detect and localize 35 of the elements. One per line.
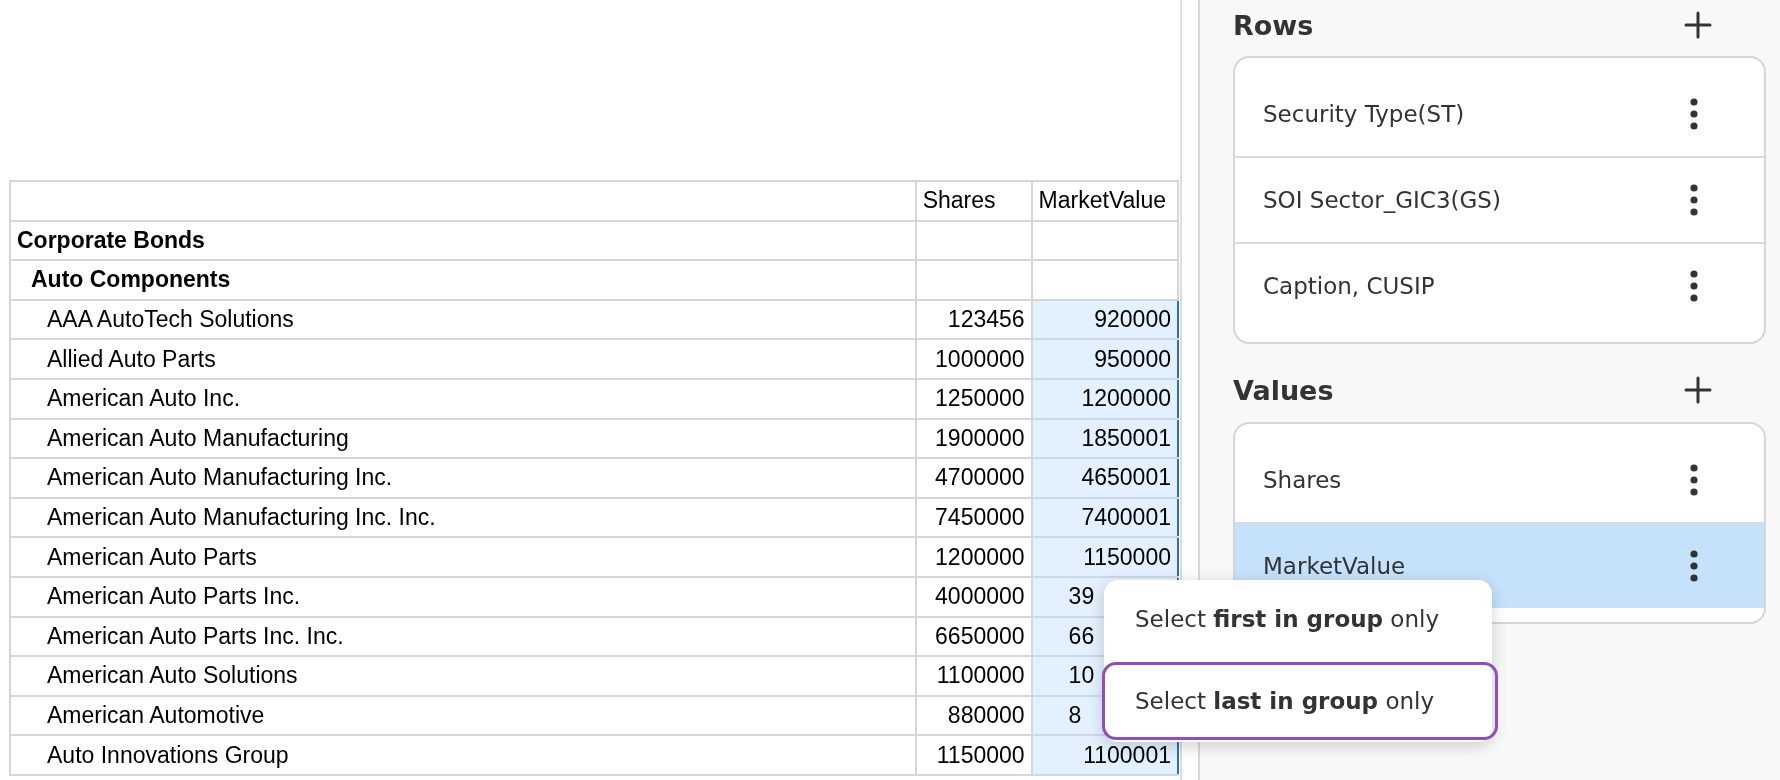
row-label: American Auto Inc.	[10, 378, 916, 419]
table-cell: 4000000	[915, 576, 1032, 617]
table-cell: 6650000	[915, 616, 1032, 657]
table-cell: 7450000	[915, 497, 1032, 538]
row-label: American Auto Parts Inc. Inc.	[10, 616, 916, 657]
row-label: American Automotive	[10, 695, 916, 736]
row-label: American Auto Manufacturing Inc.	[10, 458, 916, 498]
row-label: American Auto Manufacturing	[10, 418, 916, 459]
row-label: American Auto Solutions	[10, 656, 916, 696]
row-label: Allied Auto Parts	[10, 339, 916, 379]
row-label: American Auto Parts Inc.	[10, 576, 916, 617]
table-cell: 1100000	[915, 656, 1032, 696]
group-label: Corporate Bonds	[10, 220, 916, 261]
table-cell: 920000	[1031, 299, 1178, 340]
row-label: American Auto Manufacturing Inc. Inc.	[10, 497, 916, 538]
table-cell: 7400001	[1031, 497, 1178, 538]
row-label: Auto Innovations Group	[10, 735, 916, 775]
table-cell: 1200000	[915, 537, 1032, 577]
table-cell: 1150000	[1031, 537, 1178, 577]
table-cell: 4650001	[1031, 458, 1178, 498]
section-title: Rows	[1233, 9, 1314, 41]
row-label: American Auto Parts	[10, 537, 916, 577]
table-cell: 1150000	[915, 735, 1032, 775]
section-title: Values	[1233, 374, 1334, 406]
table-cell: 1200000	[1031, 378, 1178, 419]
table-cell: 1250000	[915, 378, 1032, 419]
table-cell: 1000000	[915, 339, 1032, 379]
table-cell: 4700000	[915, 458, 1032, 498]
table-cell: 1900000	[915, 418, 1032, 459]
table-cell: 880000	[915, 695, 1032, 736]
row-label: AAA AutoTech Solutions	[10, 299, 916, 340]
group-label: Auto Components	[10, 260, 916, 300]
table-cell: 1850001	[1031, 418, 1178, 459]
table-cell: 123456	[915, 299, 1032, 340]
table-cell: 950000	[1031, 339, 1178, 379]
